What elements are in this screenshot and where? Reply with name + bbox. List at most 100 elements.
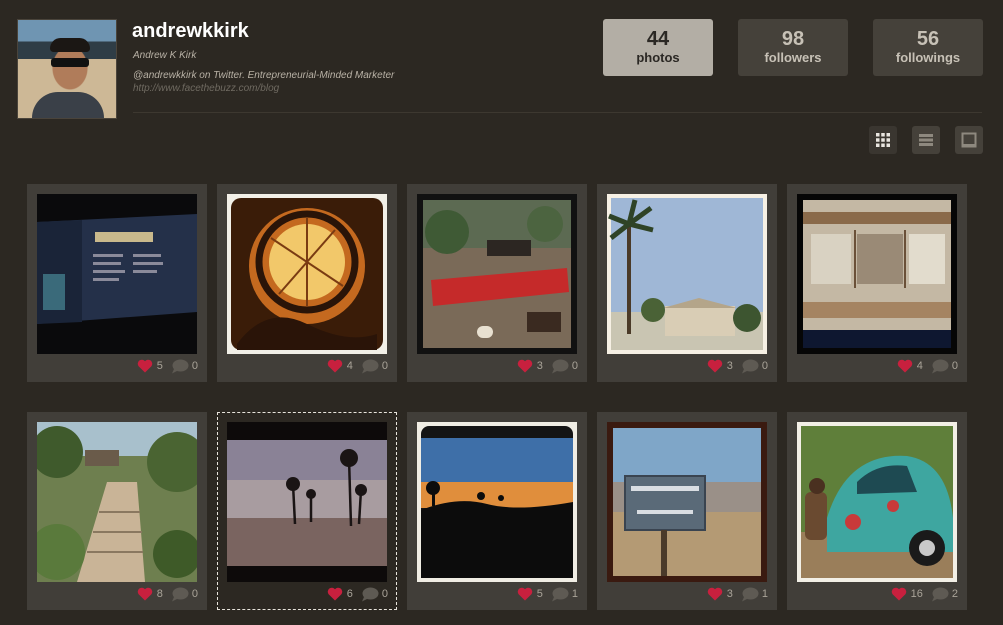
comment-count: 0	[761, 360, 768, 372]
photo-made-in-la-exhibit[interactable]	[37, 194, 197, 354]
photo-card[interactable]: 4 0	[217, 184, 397, 382]
like-count: 6	[346, 588, 353, 600]
photo-card[interactable]: 5 1	[407, 412, 587, 610]
profile-username: andrewkkirk	[132, 20, 249, 42]
photo-bicycle-wheel[interactable]	[227, 194, 387, 354]
stat-followers-label: followers	[764, 50, 822, 65]
stat-followings-button[interactable]: 56 followings	[873, 19, 983, 76]
photo-stats: 3 1	[707, 586, 768, 602]
photo-image	[417, 422, 577, 582]
heart-icon[interactable]	[327, 587, 343, 601]
photo-stats: 16 2	[891, 586, 958, 602]
like-count: 3	[726, 588, 733, 600]
list-view-button[interactable]	[912, 126, 940, 154]
avatar-hair	[50, 38, 90, 52]
like-count: 3	[726, 360, 733, 372]
photo-card[interactable]: 8 0	[27, 412, 207, 610]
like-count: 5	[156, 360, 163, 372]
photo-image	[797, 422, 957, 582]
profile-website-link[interactable]: http://www.facethebuzz.com/blog	[133, 83, 279, 94]
photo-stats: 4 0	[327, 358, 388, 374]
header-divider	[133, 112, 982, 113]
stat-followers-count: 98	[781, 28, 805, 50]
photo-red-carpet-plaza[interactable]	[417, 194, 577, 354]
photo-japanese-house[interactable]	[797, 194, 957, 354]
photo-image	[227, 194, 387, 354]
photo-card[interactable]: 3 0	[407, 184, 587, 382]
photo-stats: 8 0	[137, 586, 198, 602]
photo-card[interactable]: 3 0	[597, 184, 777, 382]
comment-icon[interactable]	[931, 359, 949, 374]
photo-palm-building[interactable]	[607, 194, 767, 354]
like-count: 5	[536, 588, 543, 600]
like-count: 8	[156, 588, 163, 600]
photo-card[interactable]: 4 0	[787, 184, 967, 382]
comment-count: 0	[571, 360, 578, 372]
profile-bio: @andrewkkirk on Twitter. Entrepreneurial…	[133, 70, 395, 81]
photo-painted-beetle-car[interactable]	[797, 422, 957, 582]
heart-icon[interactable]	[517, 359, 533, 373]
avatar-shirt	[32, 92, 104, 118]
stat-photos-label: photos	[636, 50, 680, 65]
comment-icon[interactable]	[361, 587, 379, 602]
photo-garden-stairs[interactable]	[37, 422, 197, 582]
single-view-icon	[961, 132, 977, 148]
stat-photos-button[interactable]: 44 photos	[603, 19, 713, 76]
photo-image	[417, 194, 577, 354]
comment-count: 0	[381, 360, 388, 372]
like-count: 4	[346, 360, 353, 372]
stat-followings-label: followings	[895, 50, 961, 65]
comment-count: 2	[951, 588, 958, 600]
like-count: 16	[910, 588, 923, 600]
heart-icon[interactable]	[327, 359, 343, 373]
avatar-sunglasses	[51, 58, 89, 67]
comment-icon[interactable]	[171, 587, 189, 602]
photo-stats: 5 0	[137, 358, 198, 374]
heart-icon[interactable]	[517, 587, 533, 601]
comment-icon[interactable]	[741, 359, 759, 374]
photo-desert-silhouette[interactable]	[417, 422, 577, 582]
photo-stats: 3 0	[707, 358, 768, 374]
heart-icon[interactable]	[707, 587, 723, 601]
comment-count: 1	[761, 588, 768, 600]
photo-image	[227, 422, 387, 582]
like-count: 3	[536, 360, 543, 372]
heart-icon[interactable]	[137, 587, 153, 601]
photo-card-selected[interactable]: 6 0	[217, 412, 397, 610]
photo-ryan-mountain-sign[interactable]	[607, 422, 767, 582]
comment-count: 0	[951, 360, 958, 372]
single-view-button[interactable]	[955, 126, 983, 154]
photo-card[interactable]: 16 2	[787, 412, 967, 610]
grid-view-icon	[876, 133, 890, 147]
photo-image	[37, 194, 197, 354]
comment-icon[interactable]	[551, 587, 569, 602]
heart-icon[interactable]	[897, 359, 913, 373]
photo-stats: 5 1	[517, 586, 578, 602]
photo-stats: 3 0	[517, 358, 578, 374]
comment-icon[interactable]	[361, 359, 379, 374]
photo-image	[797, 194, 957, 354]
photo-image	[607, 422, 767, 582]
photo-stats: 6 0	[327, 586, 388, 602]
comment-count: 0	[191, 360, 198, 372]
comment-icon[interactable]	[931, 587, 949, 602]
photo-stats: 4 0	[897, 358, 958, 374]
stat-photos-count: 44	[646, 28, 670, 50]
profile-full-name: Andrew K Kirk	[133, 50, 197, 61]
comment-count: 0	[381, 588, 388, 600]
stat-followers-button[interactable]: 98 followers	[738, 19, 848, 76]
heart-icon[interactable]	[707, 359, 723, 373]
photo-card[interactable]: 3 1	[597, 412, 777, 610]
list-view-icon	[919, 134, 933, 146]
photo-card[interactable]: 5 0	[27, 184, 207, 382]
grid-view-button[interactable]	[869, 126, 897, 154]
comment-icon[interactable]	[741, 587, 759, 602]
heart-icon[interactable]	[137, 359, 153, 373]
like-count: 4	[916, 360, 923, 372]
photo-beach-palms-sunset[interactable]	[227, 422, 387, 582]
comment-count: 0	[191, 588, 198, 600]
comment-icon[interactable]	[171, 359, 189, 374]
comment-icon[interactable]	[551, 359, 569, 374]
heart-icon[interactable]	[891, 587, 907, 601]
profile-avatar[interactable]	[17, 19, 117, 119]
